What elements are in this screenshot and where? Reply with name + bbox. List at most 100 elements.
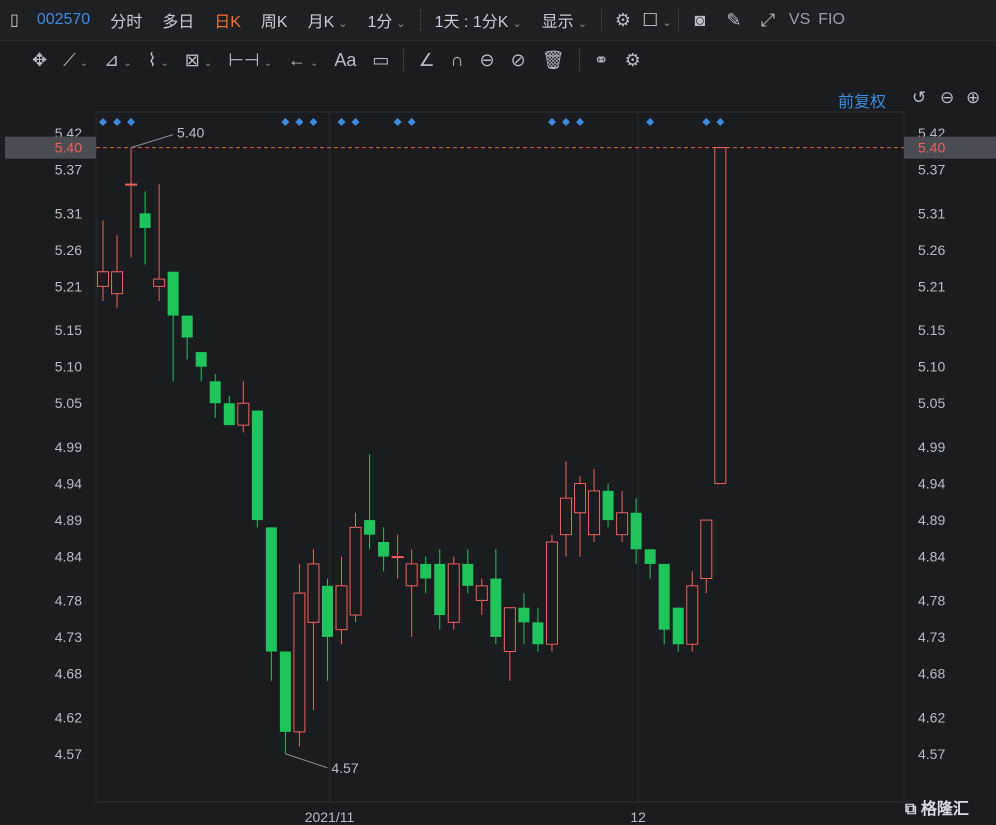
- event-marker-icon: [281, 118, 290, 126]
- text-tool-icon[interactable]: Aa: [326, 50, 364, 71]
- chevron-down-icon: ⌄: [396, 18, 406, 30]
- candle-body-down: [321, 585, 333, 637]
- link-icon[interactable]: ⊖: [472, 50, 503, 71]
- pencil-icon[interactable]: ✎: [717, 10, 751, 31]
- wave-tool-icon[interactable]: ⌇ ⌄: [140, 50, 177, 71]
- y-tick-label-right: 5.05: [918, 395, 945, 411]
- hide-drawings-icon[interactable]: ⊘: [503, 50, 534, 71]
- candle-body-up: [237, 402, 250, 426]
- y-tick-label-right: 4.73: [918, 629, 945, 645]
- stock-symbol[interactable]: 002570: [29, 11, 100, 29]
- watermark-text: 格隆汇: [920, 801, 969, 818]
- candle-body-down: [279, 651, 291, 732]
- candle-body-down: [602, 490, 614, 521]
- candle-body-down: [644, 549, 656, 564]
- trash-icon[interactable]: 🗑︎: [534, 50, 573, 71]
- tab-multiday[interactable]: 多日: [152, 8, 204, 32]
- compare-button[interactable]: VS: [785, 11, 814, 29]
- tab-minute[interactable]: 1分 ⌄: [358, 8, 416, 32]
- reset-icon[interactable]: ↺: [912, 88, 926, 108]
- chevron-down-icon: ⌄: [577, 18, 587, 30]
- candle-body-up: [447, 563, 460, 623]
- y-tick-label-left: 5.10: [55, 359, 82, 375]
- indicator-button[interactable]: FIO: [814, 11, 849, 29]
- candle-body-up: [307, 563, 320, 623]
- tab-minute-label: 1分: [367, 14, 393, 31]
- candle-body-up: [293, 592, 306, 733]
- y-tick-label-right: 4.57: [918, 746, 945, 762]
- candle-body-down: [490, 578, 502, 637]
- eraser-icon[interactable]: ∠: [410, 50, 442, 71]
- candle-body-down: [518, 607, 530, 623]
- chart-candles: [97, 147, 727, 754]
- fibonacci-tool-icon[interactable]: ⊠ ⌄: [177, 50, 220, 71]
- candle-body-up: [153, 278, 166, 287]
- candle-body-up: [714, 147, 727, 485]
- camera-icon[interactable]: ◙: [683, 10, 717, 31]
- candle-body-down: [462, 563, 474, 586]
- chevron-down-icon: ⌄: [338, 18, 348, 30]
- zoom-out-icon[interactable]: ⊖: [940, 88, 954, 108]
- y-tick-label-left: 5.05: [55, 395, 82, 411]
- display-select[interactable]: 显示 ⌄: [532, 8, 597, 32]
- candle-body-down: [251, 410, 263, 521]
- current-price-badge-right: [904, 136, 996, 159]
- candle-body-up: [475, 585, 488, 601]
- y-tick-label-right: 4.84: [918, 549, 945, 565]
- candle-body-down: [378, 541, 390, 557]
- line-tool-icon[interactable]: ⟋ ⌄: [55, 50, 96, 71]
- arrow-tool-icon[interactable]: ← ⌄: [280, 50, 326, 71]
- channel-tool-icon[interactable]: ⊿ ⌄: [96, 50, 139, 71]
- divider: [578, 49, 580, 71]
- settings-gear-icon[interactable]: ⚙: [606, 10, 640, 31]
- layout-square-icon[interactable]: ☐ ⌄: [640, 10, 674, 31]
- candlestick-chart[interactable]: 2021/11 12 5.42 5.42 5.37 5.37 5.31 5.31 5.26 5.2…: [0, 0, 996, 825]
- tab-intraday[interactable]: 分时: [100, 8, 152, 32]
- y-tick-label-right: 4.62: [918, 709, 945, 725]
- event-marker-icon: [309, 118, 318, 126]
- magnet-icon[interactable]: ∩: [443, 50, 472, 71]
- candle-body-up: [335, 585, 348, 631]
- y-tick-label-left: 5.26: [55, 242, 82, 258]
- y-tick-label-right: 4.78: [918, 592, 945, 608]
- fullscreen-icon[interactable]: ⤢: [751, 10, 785, 31]
- y-tick-label-right: 5.26: [918, 242, 945, 258]
- candle-body-down: [181, 315, 193, 338]
- comment-icon[interactable]: ▭: [364, 50, 397, 71]
- candle-body-up: [349, 526, 362, 616]
- candle-body-up: [616, 512, 629, 536]
- current-price-badge-left: [5, 136, 96, 159]
- candle-body-up: [503, 607, 516, 653]
- chevron-down-icon: ⌄: [512, 18, 522, 30]
- plot-frame: [95, 111, 905, 803]
- candle-body-down: [167, 271, 179, 316]
- event-marker-icon: [576, 118, 585, 126]
- tab-daily-k[interactable]: 日K: [204, 8, 251, 32]
- overlay-icon[interactable]: ⚭: [586, 50, 617, 71]
- divider: [419, 9, 421, 31]
- candle-body-up: [391, 556, 404, 559]
- adjustment-mode-button[interactable]: 前复权: [838, 88, 886, 112]
- range-measure-icon[interactable]: ⊢⊣ ⌄: [220, 50, 280, 71]
- zoom-in-icon[interactable]: ⊕: [966, 88, 980, 108]
- event-marker-icon: [351, 118, 360, 126]
- sidebar-toggle-icon[interactable]: ▯: [0, 10, 29, 30]
- toolbar-settings-icon[interactable]: ⚙: [617, 50, 649, 71]
- candle-body-up: [588, 490, 601, 536]
- y-tick-label-left: 5.15: [55, 322, 82, 338]
- y-tick-label-left: 4.99: [55, 439, 82, 455]
- event-marker-icon: [127, 118, 136, 126]
- range-select[interactable]: 1天 : 1分K ⌄: [425, 8, 532, 32]
- candle-body-down: [195, 352, 207, 367]
- tab-monthly-k[interactable]: 月K ⌄: [298, 8, 358, 32]
- y-tick-label-right: 4.99: [918, 439, 945, 455]
- watermark-logo: ⧉ 格隆汇: [905, 801, 969, 818]
- candle-body-down: [364, 520, 376, 535]
- candle-body-up: [111, 271, 124, 295]
- y-tick-label-right: 4.68: [918, 665, 945, 681]
- tab-weekly-k[interactable]: 周K: [251, 8, 298, 32]
- candle-body-up: [559, 497, 572, 536]
- move-cross-icon[interactable]: ✥: [0, 50, 55, 71]
- event-marker-icon: [646, 118, 655, 126]
- y-tick-label-right: 5.15: [918, 322, 945, 338]
